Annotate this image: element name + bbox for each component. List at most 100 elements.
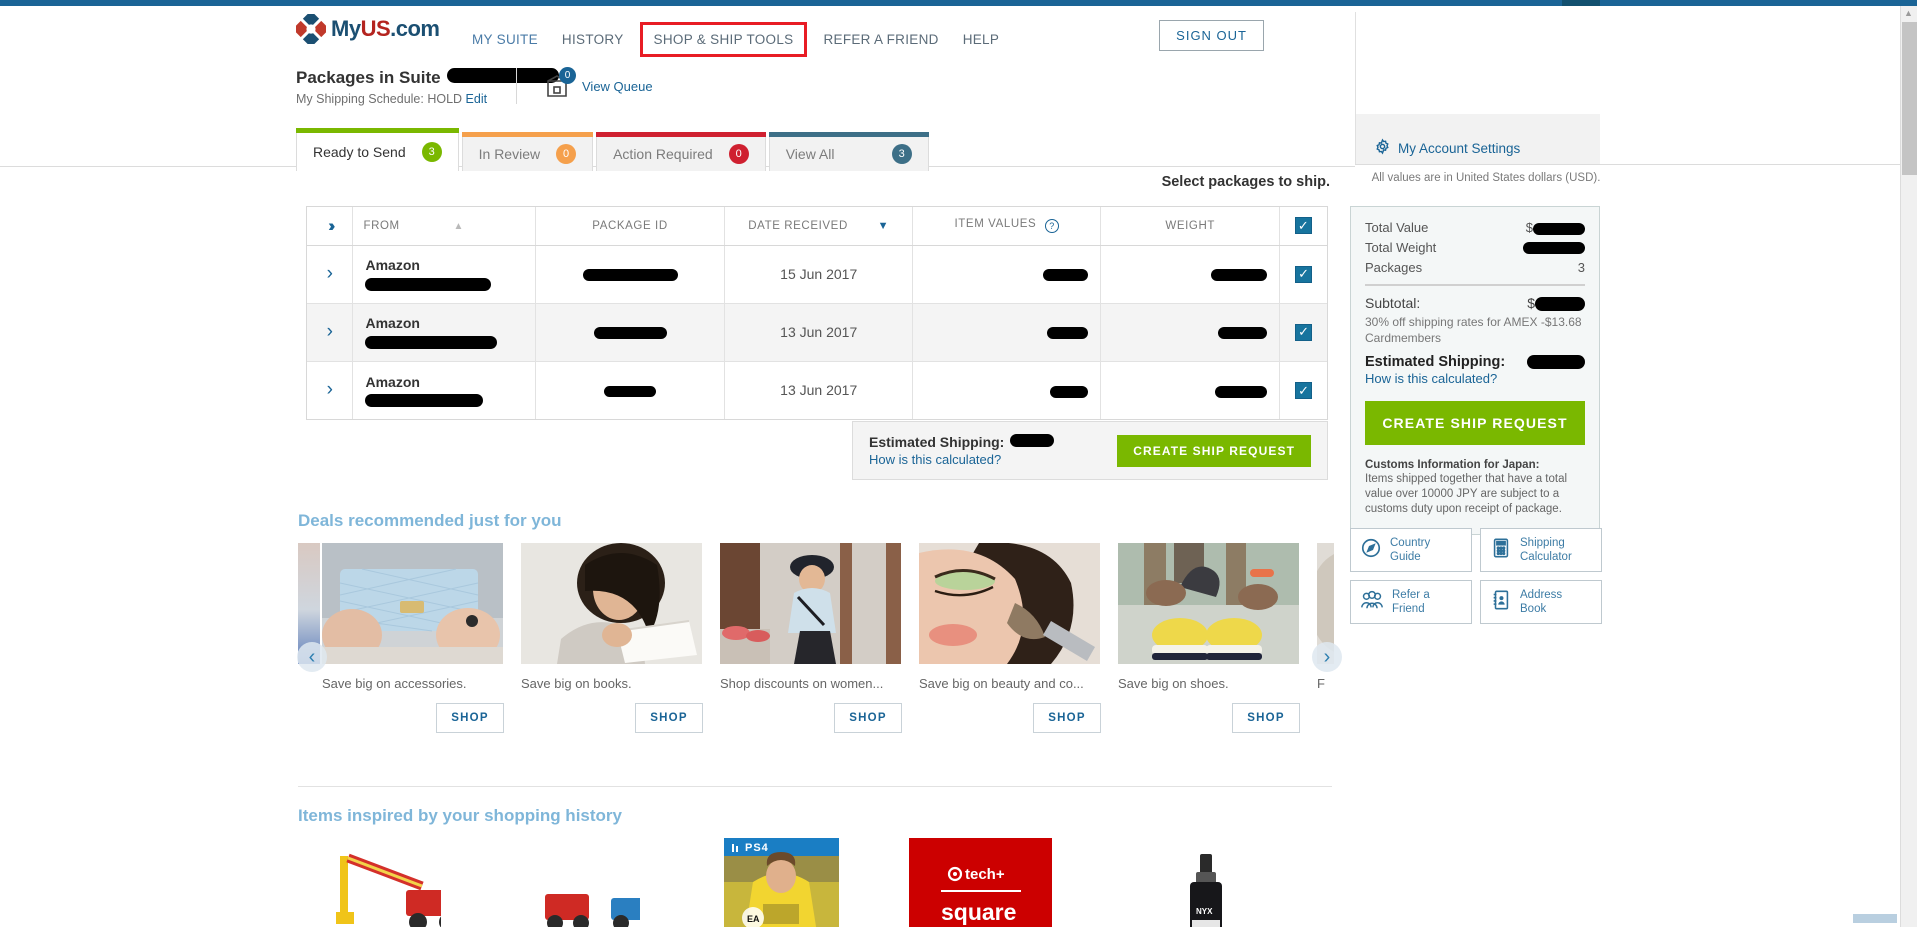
sort-desc-icon: ▼ <box>877 219 890 232</box>
col-select-all[interactable]: ✓ <box>1279 207 1327 246</box>
inspired-carousel[interactable]: PS4 EA tech+ square NYX <box>298 838 1334 927</box>
col-item-values[interactable]: ITEM VALUES ? <box>912 207 1102 246</box>
page-title-text: Packages in Suite <box>296 68 441 87</box>
nav-item-refer-a-friend[interactable]: REFER A FRIEND <box>811 26 950 53</box>
logo-wordmark: MyUS.com <box>331 16 440 42</box>
packages-table: ›› FROM ▲ PACKAGE ID DATE RECEIVED ▼ ITE… <box>306 206 1328 420</box>
myus-logo[interactable]: MyUS.com <box>292 10 440 48</box>
scrollbar-thumb[interactable] <box>1902 22 1917 175</box>
merchant-detail-redacted <box>365 277 492 291</box>
nav-item-my-suite[interactable]: MY SUITE <box>460 26 550 53</box>
carousel-prev-button[interactable]: ‹ <box>297 642 327 672</box>
create-ship-request-button[interactable]: CREATE SHIP REQUEST <box>1117 434 1311 467</box>
deal-card[interactable]: Save big on books. SHOP <box>521 543 720 733</box>
table-row[interactable]: › Amazon 15 Jun 2017 ✓ <box>307 245 1327 304</box>
tab-ready-to-send[interactable]: Ready to Send 3 <box>296 128 459 171</box>
chevron-right-icon[interactable]: › <box>327 263 333 284</box>
customs-heading: Customs Information for Japan: <box>1365 459 1540 472</box>
shop-button[interactable]: SHOP <box>635 703 703 733</box>
page-title: Packages in Suite <box>296 68 1296 88</box>
svg-text:PS4: PS4 <box>745 842 769 854</box>
deals-carousel[interactable]: Save big on accessories. SHOP Save big o… <box>298 543 1334 765</box>
tab-view-all[interactable]: View All 3 <box>768 132 929 171</box>
site-header: MyUS.com MY SUITE HISTORY SHOP & SHIP TO… <box>0 6 1900 58</box>
row-expand-cell[interactable]: › <box>307 303 354 362</box>
total-value-currency: $ <box>1525 220 1533 235</box>
shop-button[interactable]: SHOP <box>834 703 902 733</box>
inspired-card[interactable]: PS4 EA <box>682 838 881 927</box>
package-id-redacted <box>593 327 667 340</box>
row-expand-cell[interactable]: › <box>307 245 354 304</box>
nav-item-help[interactable]: HELP <box>951 26 1011 53</box>
my-account-settings-link[interactable]: My Account Settings <box>1355 132 1600 164</box>
chevron-right-icon[interactable]: › <box>327 379 333 400</box>
inspired-card[interactable] <box>298 838 483 927</box>
tile-refer-a-friend[interactable]: Refer a Friend <box>1350 580 1472 624</box>
shop-button[interactable]: SHOP <box>436 703 504 733</box>
tile-country-guide[interactable]: Country Guide <box>1350 528 1472 572</box>
row-checkbox[interactable]: ✓ <box>1295 382 1313 399</box>
how-is-this-calculated-link[interactable]: How is this calculated? <box>1365 371 1585 386</box>
deals-section-title: Deals recommended just for you <box>298 511 562 530</box>
help-icon[interactable]: ? <box>1045 219 1060 234</box>
inspired-card[interactable]: tech+ square <box>881 838 1080 927</box>
deals-section-divider <box>298 786 1332 787</box>
right-gray-strip <box>1355 114 1600 132</box>
tile-label: Country Guide <box>1390 536 1430 565</box>
inspired-card-image: NYX <box>1122 838 1237 927</box>
deal-card[interactable]: F SHOP <box>1317 543 1334 733</box>
col-from[interactable]: FROM ▲ <box>352 207 537 246</box>
deal-card[interactable]: Save big on beauty and co... SHOP <box>919 543 1118 733</box>
inspired-card[interactable] <box>483 838 682 927</box>
summary-packages-row: Packages 3 <box>1365 260 1585 275</box>
row-select-cell[interactable]: ✓ <box>1279 303 1327 362</box>
subtotal-redacted <box>1535 297 1585 312</box>
deal-card[interactable]: Save big on accessories. SHOP <box>322 543 521 733</box>
right-panel-divider <box>1355 164 1900 165</box>
row-weight-cell <box>1100 361 1281 419</box>
scroll-up-arrow-icon[interactable]: ▲ <box>1904 8 1913 18</box>
tab-in-review[interactable]: In Review 0 <box>461 132 594 171</box>
shop-button[interactable]: SHOP <box>1033 703 1101 733</box>
customs-body: Items shipped together that have a total… <box>1365 473 1568 516</box>
row-from-cell: Amazon <box>352 303 537 362</box>
page-scrollbar[interactable]: ▲ <box>1900 6 1917 927</box>
how-is-this-calculated-link[interactable]: How is this calculated? <box>869 452 1054 467</box>
row-checkbox[interactable]: ✓ <box>1295 265 1313 283</box>
packages-count: 3 <box>1577 260 1585 275</box>
row-select-cell[interactable]: ✓ <box>1280 361 1327 419</box>
weight-redacted <box>1215 385 1268 398</box>
deal-card-caption: F <box>1317 676 1325 691</box>
tile-shipping-calculator[interactable]: Shipping Calculator <box>1480 528 1602 572</box>
view-queue[interactable]: 0 View Queue <box>544 67 653 100</box>
col-weight[interactable]: WEIGHT <box>1100 207 1281 246</box>
logo-us: US <box>360 16 391 41</box>
chevron-double-right-icon[interactable]: ›› <box>328 216 336 235</box>
col-package-id[interactable]: PACKAGE ID <box>535 207 725 246</box>
deal-card[interactable]: Shop discounts on women... SHOP <box>720 543 919 733</box>
shop-button[interactable]: SHOP <box>1232 703 1300 733</box>
estimated-shipping-redacted <box>1527 355 1585 370</box>
table-row[interactable]: › Amazon 13 Jun 2017 ✓ <box>307 303 1327 362</box>
shipping-summary-card: Total Value $ Total Weight Packages 3 Su… <box>1350 206 1600 535</box>
create-ship-request-button[interactable]: CREATE SHIP REQUEST <box>1365 401 1585 446</box>
nav-item-shop-and-ship-tools[interactable]: SHOP & SHIP TOOLS <box>639 22 808 57</box>
shipping-schedule-edit-link[interactable]: Edit <box>466 92 488 106</box>
chevron-right-icon[interactable]: › <box>327 321 333 342</box>
col-expand-all[interactable]: ›› <box>307 207 354 246</box>
deal-card[interactable]: Save big on shoes. SHOP <box>1118 543 1317 733</box>
inspired-card[interactable]: NYX <box>1080 838 1279 927</box>
myus-logo-icon <box>292 10 330 48</box>
row-select-cell[interactable]: ✓ <box>1279 245 1327 304</box>
tile-address-book[interactable]: Address Book <box>1480 580 1602 624</box>
select-all-checkbox[interactable]: ✓ <box>1295 217 1313 235</box>
row-expand-cell[interactable]: › <box>307 361 354 419</box>
sort-asc-icon: ▲ <box>453 220 465 232</box>
table-row[interactable]: › Amazon 13 Jun 2017 ✓ <box>307 361 1327 419</box>
nav-item-history[interactable]: HISTORY <box>550 26 636 53</box>
row-checkbox[interactable]: ✓ <box>1295 323 1313 341</box>
col-date-received[interactable]: DATE RECEIVED ▼ <box>724 207 914 246</box>
tab-action-required[interactable]: Action Required 0 <box>596 132 766 171</box>
sign-out-button[interactable]: SIGN OUT <box>1159 20 1264 51</box>
carousel-next-button[interactable]: › <box>1312 642 1342 672</box>
